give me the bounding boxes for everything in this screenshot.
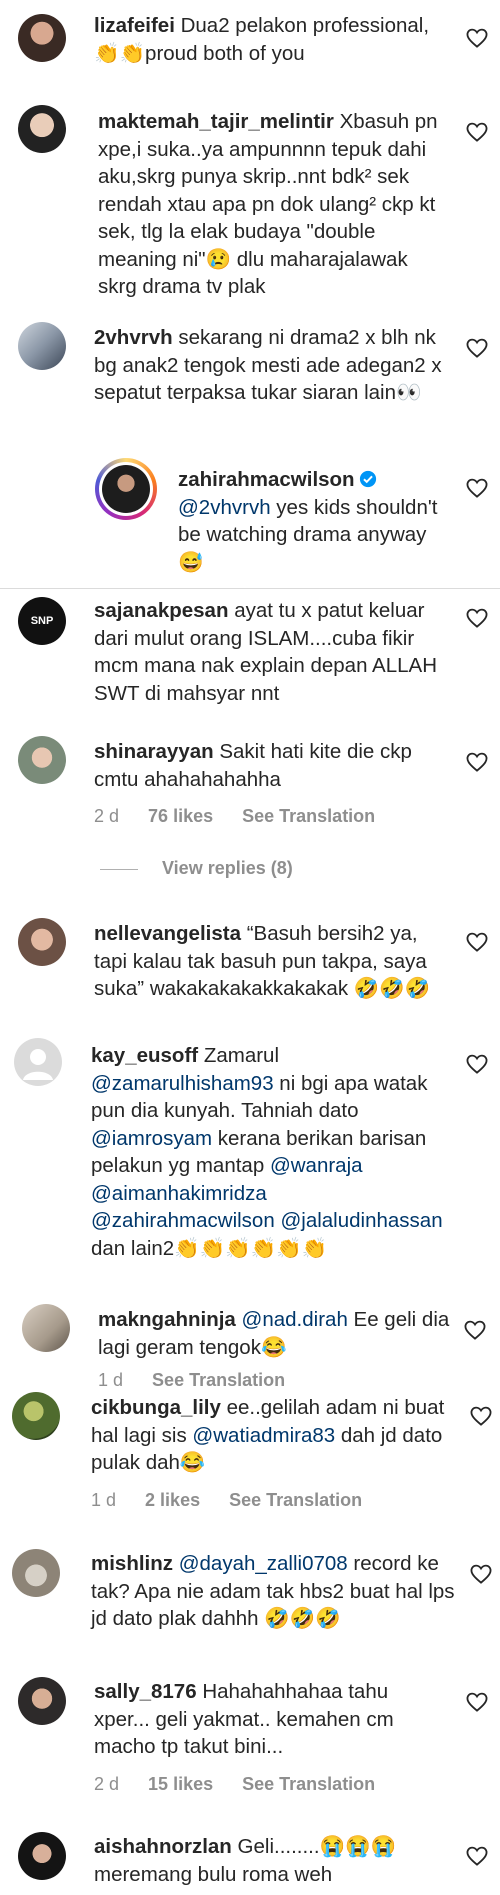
mention-link[interactable]: @wanraja — [270, 1154, 363, 1177]
comment-username[interactable]: makngahninja — [98, 1308, 236, 1331]
avatar[interactable] — [14, 1038, 62, 1086]
comment-body: shinarayyan Sakit hati kite die ckp cmtu… — [94, 738, 454, 793]
comment-username[interactable]: zahirahmacwilson — [178, 468, 355, 491]
see-translation-link[interactable]: See Translation — [229, 1490, 362, 1510]
comment-body: maktemah_tajir_melintir Xbasuh pn xpe,i … — [98, 108, 443, 301]
comment-username[interactable]: shinarayyan — [94, 740, 214, 763]
view-replies-label: View replies (8) — [162, 858, 293, 878]
avatar[interactable] — [18, 918, 66, 966]
like-heart-icon[interactable] — [466, 608, 488, 628]
comment-time: 2 d — [94, 1774, 120, 1794]
avatar[interactable] — [18, 14, 66, 62]
mention-link[interactable]: @jalaludinhassan — [280, 1209, 442, 1232]
comment-username[interactable]: mishlinz — [91, 1552, 173, 1575]
avatar[interactable]: SNP — [18, 597, 66, 645]
comment-username[interactable]: sally_8176 — [94, 1680, 197, 1703]
like-heart-icon[interactable] — [466, 338, 488, 358]
mention-link[interactable]: @nad.dirah — [242, 1308, 348, 1331]
replies-divider — [100, 868, 138, 870]
like-heart-icon[interactable] — [466, 28, 488, 48]
mention-link[interactable]: @dayah_zalli0708 — [179, 1552, 348, 1575]
comment-body: aishahnorzlan Geli........😭😭😭 meremang b… — [94, 1833, 454, 1888]
mention-link[interactable]: @zahirahmacwilson — [91, 1209, 275, 1232]
comment-username[interactable]: kay_eusoff — [91, 1044, 198, 1067]
like-heart-icon[interactable] — [466, 122, 488, 142]
comment-username[interactable]: nellevangelista — [94, 922, 241, 945]
comment-username[interactable]: cikbunga_lily — [91, 1396, 221, 1419]
comment-body: mishlinz @dayah_zalli0708 record ke tak?… — [91, 1550, 456, 1633]
comment-body: sajanakpesan ayat tu x patut keluar dari… — [94, 597, 454, 707]
comment-username[interactable]: lizafeifei — [94, 14, 175, 37]
likes-count[interactable]: 76 likes — [148, 806, 213, 826]
comment-text: Zamarul — [203, 1044, 279, 1067]
comment-meta: 2 d 76 likes See Translation — [94, 806, 399, 827]
comment-body: sally_8176 Hahahahhahaa tahu xper... gel… — [94, 1678, 444, 1761]
avatar[interactable] — [18, 736, 66, 784]
avatar[interactable] — [18, 322, 66, 370]
likes-count[interactable]: 15 likes — [148, 1774, 213, 1794]
like-heart-icon[interactable] — [466, 932, 488, 952]
comment-text: dan lain2👏👏👏👏👏👏 — [91, 1236, 328, 1260]
avatar[interactable] — [18, 1677, 66, 1725]
comment-time: 2 d — [94, 806, 120, 826]
see-translation-link[interactable]: See Translation — [152, 1370, 285, 1390]
like-heart-icon[interactable] — [470, 1564, 492, 1584]
avatar[interactable] — [12, 1549, 60, 1597]
comment-username[interactable]: maktemah_tajir_melintir — [98, 110, 334, 133]
mention-link[interactable]: @watiadmira83 — [192, 1424, 335, 1447]
mention-link[interactable]: @aimanhakimridza — [91, 1182, 267, 1205]
comment-text: Xbasuh pn xpe,i suka..ya ampunnnn tepuk … — [98, 110, 438, 298]
comment-time: 1 d — [98, 1370, 124, 1390]
like-heart-icon[interactable] — [464, 1320, 486, 1340]
comment-body: nellevangelista “Basuh bersih2 ya, tapi … — [94, 920, 454, 1003]
section-divider — [0, 588, 500, 589]
avatar[interactable] — [22, 1304, 70, 1352]
like-heart-icon[interactable] — [466, 1846, 488, 1866]
mention-link[interactable]: @zamarulhisham93 — [91, 1072, 274, 1095]
like-heart-icon[interactable] — [470, 1406, 492, 1426]
comment-body: kay_eusoff Zamarul @zamarulhisham93 ni b… — [91, 1042, 456, 1262]
comment-username[interactable]: sajanakpesan — [94, 599, 228, 622]
comment-body: cikbunga_lily ee..gelilah adam ni buat h… — [91, 1394, 456, 1477]
like-heart-icon[interactable] — [466, 478, 488, 498]
comment-body: makngahninja @nad.dirah Ee geli dia lagi… — [98, 1306, 450, 1361]
comment-meta: 1 d See Translation — [98, 1370, 309, 1391]
avatar[interactable] — [102, 465, 150, 513]
avatar[interactable] — [18, 1832, 66, 1880]
comment-username[interactable]: aishahnorzlan — [94, 1835, 232, 1858]
see-translation-link[interactable]: See Translation — [242, 806, 375, 826]
avatar[interactable] — [12, 1392, 60, 1440]
comment-time: 1 d — [91, 1490, 117, 1510]
view-replies-button[interactable]: View replies (8) — [100, 858, 293, 879]
verified-badge-icon — [359, 468, 377, 488]
mention-link[interactable]: @2vhvrvh — [178, 496, 271, 519]
comment-username[interactable]: 2vhvrvh — [94, 326, 173, 349]
likes-count[interactable]: 2 likes — [145, 1490, 200, 1510]
avatar-logo-text: SNP — [30, 615, 54, 627]
comment-body: zahirahmacwilson @2vhvrvh yes kids shoul… — [178, 466, 438, 576]
comment-meta: 2 d 15 likes See Translation — [94, 1774, 399, 1795]
comment-meta: 1 d 2 likes See Translation — [91, 1490, 386, 1511]
avatar[interactable] — [18, 105, 66, 153]
mention-link[interactable]: @iamrosyam — [91, 1127, 212, 1150]
comment-body: 2vhvrvh sekarang ni drama2 x blh nk bg a… — [94, 324, 454, 407]
like-heart-icon[interactable] — [466, 1054, 488, 1074]
comment-body: lizafeifei Dua2 pelakon professional, 👏👏… — [94, 12, 454, 67]
see-translation-link[interactable]: See Translation — [242, 1774, 375, 1794]
like-heart-icon[interactable] — [466, 752, 488, 772]
like-heart-icon[interactable] — [466, 1692, 488, 1712]
